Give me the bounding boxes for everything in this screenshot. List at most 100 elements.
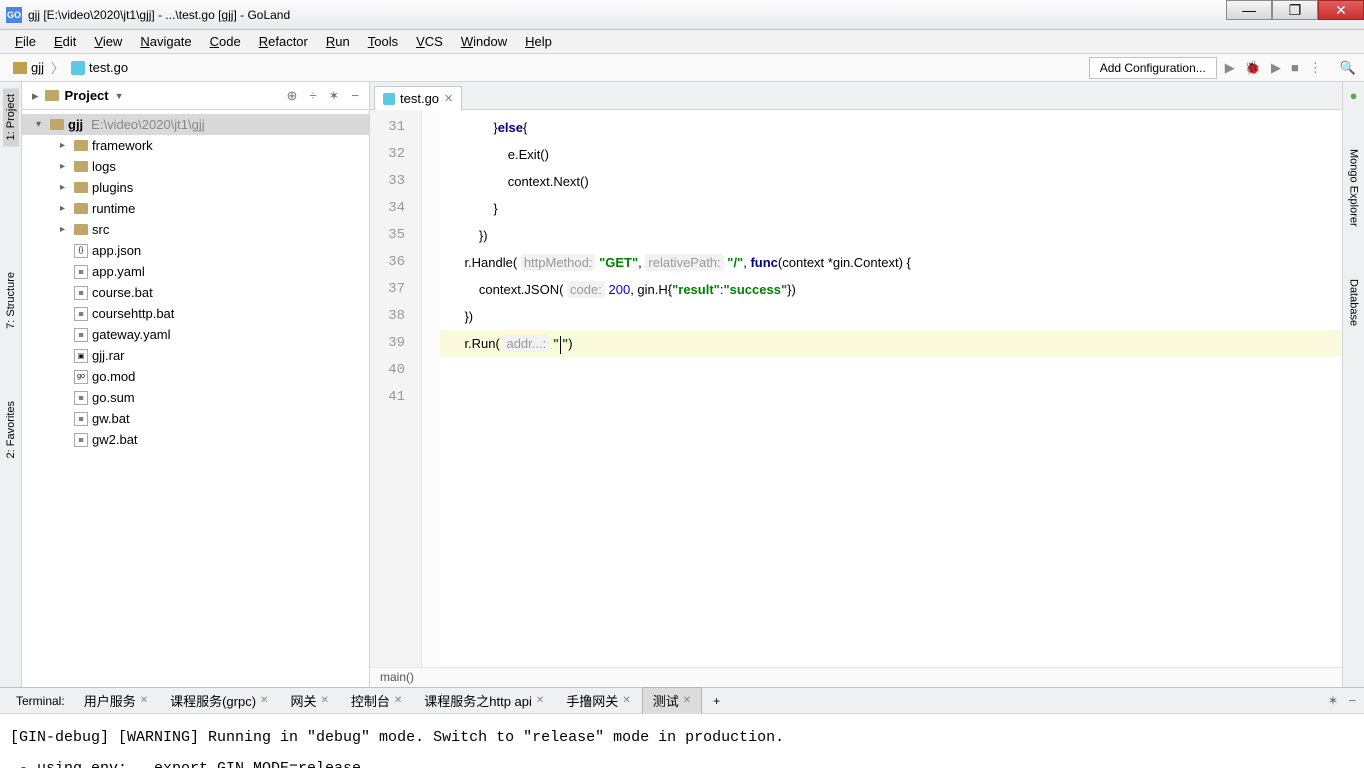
tool-icon[interactable]: ⊕	[286, 88, 297, 104]
menu-code[interactable]: Code	[201, 32, 250, 51]
more-icon[interactable]: ⋮	[1309, 60, 1322, 76]
terminal-tab[interactable]: 用户服务✕	[73, 687, 159, 714]
menu-file[interactable]: File	[6, 32, 45, 51]
app-icon: GO	[6, 7, 22, 23]
terminal-tab[interactable]: 手撸网关 ✕	[555, 687, 641, 714]
navbar: gjj〉test.go Add Configuration... ▶ 🐞 ▶ ■…	[0, 54, 1364, 82]
hide-icon[interactable]: −	[1348, 693, 1356, 709]
tree-item[interactable]: ▸ framework	[22, 135, 369, 156]
expand-icon[interactable]: ▸	[60, 140, 70, 151]
tree-label: gw.bat	[92, 411, 130, 426]
tree-item[interactable]: ≣app.yaml	[22, 261, 369, 282]
tree-root[interactable]: ▾ gjj E:\video\2020\jt1\gjj	[22, 114, 369, 135]
minimize-button[interactable]: —	[1226, 0, 1272, 20]
code-editor[interactable]: 31 32 33 34 35 36 37 38 39 40 41 }else{ …	[370, 110, 1342, 667]
close-tab-icon[interactable]: ✕	[536, 695, 544, 706]
tree-item[interactable]: ≣course.bat	[22, 282, 369, 303]
root-name: gjj	[68, 117, 83, 132]
tree-item[interactable]: gogo.mod	[22, 366, 369, 387]
menu-refactor[interactable]: Refactor	[250, 32, 317, 51]
menu-tools[interactable]: Tools	[359, 32, 407, 51]
tree-item[interactable]: ≣go.sum	[22, 387, 369, 408]
stop-icon[interactable]: ■	[1291, 60, 1299, 76]
tree-item[interactable]: ▸logs	[22, 156, 369, 177]
close-tab-icon[interactable]: ✕	[320, 695, 328, 706]
breadcrumb-item[interactable]: test.go	[66, 58, 133, 77]
debug-icon[interactable]: 🐞	[1245, 60, 1261, 76]
tree-item[interactable]: ▸plugins	[22, 177, 369, 198]
mongo-explorer-tab[interactable]: Mongo Explorer	[1346, 143, 1362, 233]
code-content[interactable]: }else{ e.Exit() context.Next() } }) r.Ha…	[440, 110, 1342, 667]
project-tool-tab[interactable]: 1: Project	[3, 88, 19, 146]
folder-icon	[45, 90, 59, 101]
tree-item[interactable]: ▸ runtime	[22, 198, 369, 219]
tree-item[interactable]: ≣gateway.yaml	[22, 324, 369, 345]
terminal-tab[interactable]: 课程服务(grpc) ✕	[159, 687, 279, 714]
menu-help[interactable]: Help	[516, 32, 561, 51]
terminal-tab-label: 课程服务(grpc)	[170, 691, 256, 710]
tree-item[interactable]: ▣gjj.rar	[22, 345, 369, 366]
tree-label: runtime	[92, 201, 135, 216]
close-tab-icon[interactable]: ✕	[394, 695, 402, 706]
tree-item[interactable]: ≣coursehttp.bat	[22, 303, 369, 324]
tool-icon[interactable]: ✶	[329, 88, 340, 104]
expand-icon[interactable]: ▸	[60, 203, 70, 214]
menu-vcs[interactable]: VCS	[407, 32, 452, 51]
tree-item[interactable]: ≣gw.bat	[22, 408, 369, 429]
breadcrumb-item[interactable]: gjj	[8, 58, 49, 77]
close-button[interactable]: ✕	[1318, 0, 1364, 20]
close-tab-icon[interactable]: ✕	[683, 695, 691, 706]
menu-view[interactable]: View	[85, 32, 131, 51]
maximize-button[interactable]: ❐	[1272, 0, 1318, 20]
close-tab-icon[interactable]: ✕	[622, 695, 630, 706]
tool-icon[interactable]: ÷	[309, 88, 316, 104]
coverage-icon[interactable]: ▶	[1271, 60, 1281, 76]
menu-window[interactable]: Window	[452, 32, 516, 51]
tree-label: framework	[92, 138, 153, 153]
tree-item[interactable]: ▸src	[22, 219, 369, 240]
search-icon[interactable]: 🔍	[1340, 60, 1356, 76]
run-toolbar: ▶ 🐞 ▶ ■ ⋮ 🔍	[1225, 60, 1356, 76]
expand-icon[interactable]: ▸	[60, 161, 70, 172]
menu-navigate[interactable]: Navigate	[131, 32, 200, 51]
terminal-tab[interactable]: 测试✕	[642, 687, 702, 714]
go-file-icon	[383, 93, 395, 105]
tree-label: gw2.bat	[92, 432, 138, 447]
side-tab[interactable]: 7: Structure	[3, 266, 19, 335]
expand-icon[interactable]: ▸	[60, 182, 70, 193]
tool-icon[interactable]: −	[351, 88, 359, 104]
dropdown-icon[interactable]: ▼	[115, 91, 124, 101]
close-tab-icon[interactable]: ✕	[140, 695, 148, 706]
file-icon: ▣	[74, 349, 88, 363]
folder-icon	[50, 119, 64, 130]
menu-run[interactable]: Run	[317, 32, 359, 51]
run-icon[interactable]: ▶	[1225, 60, 1235, 76]
terminal-tab[interactable]: 控制台✕	[340, 687, 413, 714]
project-dropdown-icon[interactable]: ▸	[32, 88, 39, 104]
terminal-tab-label: 手撸网关	[566, 691, 618, 710]
terminal-tab[interactable]: 网关✕	[279, 687, 339, 714]
file-icon: ≣	[74, 286, 88, 300]
breadcrumb[interactable]: main()	[370, 667, 1342, 687]
settings-icon[interactable]: ✶	[1328, 693, 1339, 709]
tree-item[interactable]: ≣gw2.bat	[22, 429, 369, 450]
menu-edit[interactable]: Edit	[45, 32, 85, 51]
add-configuration-button[interactable]: Add Configuration...	[1089, 57, 1217, 79]
side-tab[interactable]: 2: Favorites	[3, 395, 19, 464]
close-tab-icon[interactable]: ✕	[444, 92, 453, 105]
tree-item[interactable]: {}app.json	[22, 240, 369, 261]
project-tree[interactable]: ▾ gjj E:\video\2020\jt1\gjj ▸ framework ▸l…	[22, 110, 369, 687]
line-gutter: 31 32 33 34 35 36 37 38 39 40 41	[370, 110, 422, 667]
close-tab-icon[interactable]: ✕	[260, 695, 268, 706]
database-tab[interactable]: Database	[1346, 273, 1362, 332]
project-panel: ▸ Project ▼ ⊕ ÷ ✶− ▾ gjj E:\video\2020\jt1…	[22, 82, 370, 687]
project-label: Project	[65, 88, 109, 103]
terminal-output[interactable]: [GIN-debug] [WARNING] Running in "debug"…	[0, 714, 1364, 768]
terminal-tab[interactable]: 课程服务之http api✕	[413, 687, 555, 714]
left-tool-stripe: 1: Project 7: Structure 2: Favorites	[0, 82, 22, 687]
editor-tab[interactable]: test.go ✕	[374, 86, 462, 110]
add-terminal-button[interactable]: +	[702, 690, 731, 712]
expand-icon[interactable]: ▾	[36, 119, 46, 130]
fold-column[interactable]	[422, 110, 440, 667]
expand-icon[interactable]: ▸	[60, 224, 70, 235]
